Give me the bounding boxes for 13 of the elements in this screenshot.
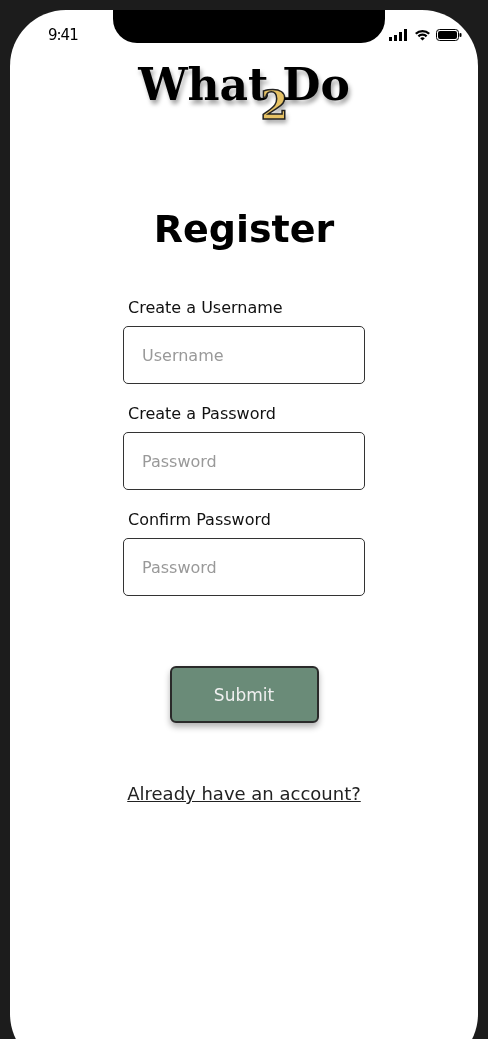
app-logo: What2Do (138, 60, 350, 128)
status-time: 9:41 (48, 26, 78, 44)
signal-icon (389, 29, 409, 41)
input-field[interactable]: Password (123, 538, 365, 596)
battery-icon (436, 29, 462, 41)
field-label: Confirm Password (127, 510, 272, 529)
input-field[interactable]: Password (123, 432, 365, 490)
login-link[interactable]: Already have an account? (127, 783, 361, 804)
input-field[interactable]: Username (123, 326, 365, 384)
field-label: Create a Username (127, 298, 284, 317)
wifi-icon (414, 29, 431, 41)
page-title: Register (153, 206, 335, 252)
field-label: Create a Password (127, 404, 277, 423)
